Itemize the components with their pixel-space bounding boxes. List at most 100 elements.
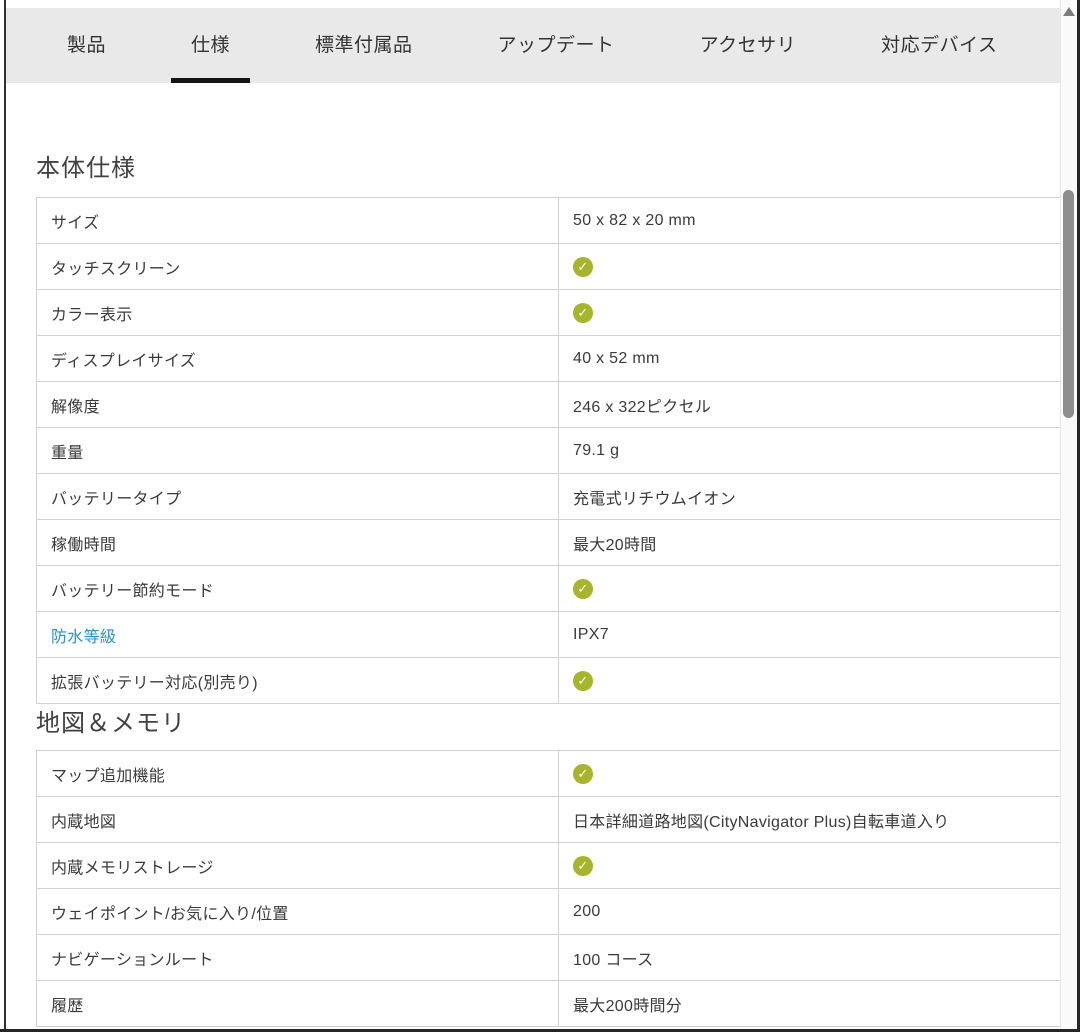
spec-value-cell: ✓ bbox=[559, 290, 1077, 336]
spec-label: カラー表示 bbox=[51, 307, 133, 324]
spec-label-cell: カラー表示 bbox=[37, 290, 559, 336]
spec-label-cell: 重量 bbox=[37, 428, 559, 474]
spec-label: ウェイポイント/お気に入り/位置 bbox=[51, 906, 289, 923]
spec-value: 40 x 52 mm bbox=[573, 350, 660, 367]
table-row: マップ追加機能 ✓ bbox=[37, 751, 1077, 797]
spec-label: バッテリータイプ bbox=[51, 491, 181, 508]
spec-label-cell: タッチスクリーン bbox=[37, 244, 559, 290]
spec-label: ナビゲーションルート bbox=[51, 952, 214, 969]
spec-label-link[interactable]: 防水等級 bbox=[51, 629, 116, 646]
scroll-up-arrow-icon[interactable] bbox=[1063, 7, 1075, 16]
check-icon: ✓ bbox=[573, 671, 593, 691]
spec-label: ディスプレイサイズ bbox=[51, 353, 196, 370]
spec-label: タッチスクリーン bbox=[51, 261, 181, 278]
spec-value-cell: 79.1 g bbox=[559, 428, 1077, 474]
table-row: カラー表示 ✓ bbox=[37, 290, 1077, 336]
window-border-left bbox=[4, 0, 6, 1032]
spec-label-cell: ウェイポイント/お気に入り/位置 bbox=[37, 889, 559, 935]
check-icon: ✓ bbox=[573, 579, 593, 599]
spec-value: 79.1 g bbox=[573, 442, 619, 459]
spec-label: マップ追加機能 bbox=[51, 768, 165, 785]
spec-value-cell: 充電式リチウムイオン bbox=[559, 474, 1077, 520]
spec-value-cell: ✓ bbox=[559, 843, 1077, 889]
spec-label: 拡張バッテリー対応(別売り) bbox=[51, 675, 258, 692]
table-row: 内蔵メモリストレージ ✓ bbox=[37, 843, 1077, 889]
spec-value: 充電式リチウムイオン bbox=[573, 491, 736, 508]
spec-label-cell: 防水等級 bbox=[37, 612, 559, 658]
check-icon: ✓ bbox=[573, 257, 593, 277]
spec-label: 履歴 bbox=[51, 998, 84, 1015]
spec-label-cell: ナビゲーションルート bbox=[37, 935, 559, 981]
table-row: 内蔵地図 日本詳細道路地図(CityNavigator Plus)自転車道入り bbox=[37, 797, 1077, 843]
spec-table: サイズ 50 x 82 x 20 mm タッチスクリーン ✓ カラー表示 ✓ ディスプレイサ… bbox=[36, 197, 1077, 704]
table-row: タッチスクリーン ✓ bbox=[37, 244, 1077, 290]
spec-value: 最大20時間 bbox=[573, 537, 657, 554]
spec-label-cell: 履歴 bbox=[37, 981, 559, 1027]
spec-value-cell: 50 x 82 x 20 mm bbox=[559, 198, 1077, 244]
spec-value: 最大200時間分 bbox=[573, 998, 682, 1015]
table-row: ディスプレイサイズ 40 x 52 mm bbox=[37, 336, 1077, 382]
spec-label-cell: マップ追加機能 bbox=[37, 751, 559, 797]
spec-value-cell: 100 コース bbox=[559, 935, 1077, 981]
table-row: ウェイポイント/お気に入り/位置 200 bbox=[37, 889, 1077, 935]
table-row: バッテリータイプ 充電式リチウムイオン bbox=[37, 474, 1077, 520]
table-row: 防水等級 IPX7 bbox=[37, 612, 1077, 658]
spec-value-cell: ✓ bbox=[559, 566, 1077, 612]
check-icon: ✓ bbox=[573, 856, 593, 876]
table-row: 解像度 246 x 322ピクセル bbox=[37, 382, 1077, 428]
spec-value-cell: 40 x 52 mm bbox=[559, 336, 1077, 382]
spec-label-cell: バッテリー節約モード bbox=[37, 566, 559, 612]
spec-label-cell: 稼働時間 bbox=[37, 520, 559, 566]
spec-label: 内蔵メモリストレージ bbox=[51, 860, 214, 877]
spec-value: 50 x 82 x 20 mm bbox=[573, 212, 696, 229]
spec-value: 200 bbox=[573, 903, 601, 920]
spec-value-cell: 200 bbox=[559, 889, 1077, 935]
tab-specs[interactable]: 仕様 bbox=[171, 8, 250, 83]
spec-label-cell: 内蔵メモリストレージ bbox=[37, 843, 559, 889]
table-row: ナビゲーションルート 100 コース bbox=[37, 935, 1077, 981]
spec-table: マップ追加機能 ✓ 内蔵地図 日本詳細道路地図(CityNavigator Plus)… bbox=[36, 750, 1077, 1027]
spec-value-cell: 最大20時間 bbox=[559, 520, 1077, 566]
table-row: 稼働時間 最大20時間 bbox=[37, 520, 1077, 566]
tab-3[interactable]: アップデート bbox=[478, 8, 635, 83]
spec-label-cell: 拡張バッテリー対応(別売り) bbox=[37, 658, 559, 704]
vertical-scrollbar[interactable] bbox=[1060, 0, 1077, 1029]
spec-value-cell: ✓ bbox=[559, 658, 1077, 704]
spec-value: IPX7 bbox=[573, 626, 609, 643]
spec-label: 内蔵地図 bbox=[51, 814, 116, 831]
spec-label: 稼働時間 bbox=[51, 537, 116, 554]
spec-label: バッテリー節約モード bbox=[51, 583, 214, 600]
scrollbar-thumb[interactable] bbox=[1063, 190, 1074, 418]
spec-label-cell: 解像度 bbox=[37, 382, 559, 428]
tab-4[interactable]: アクセサリ bbox=[680, 8, 817, 83]
spec-value-cell: 246 x 322ピクセル bbox=[559, 382, 1077, 428]
spec-label: サイズ bbox=[51, 215, 99, 232]
specifications-content: 本体仕様サイズ 50 x 82 x 20 mm タッチスクリーン ✓ カラー表示 ✓ ディス… bbox=[6, 83, 1060, 1027]
spec-value-cell: 最大200時間分 bbox=[559, 981, 1077, 1027]
tab-5[interactable]: 対応デバイス bbox=[861, 8, 1017, 83]
check-icon: ✓ bbox=[573, 764, 593, 784]
spec-value: 246 x 322ピクセル bbox=[573, 399, 711, 416]
tab-0[interactable]: 製品 bbox=[47, 8, 126, 83]
spec-value: 日本詳細道路地図(CityNavigator Plus)自転車道入り bbox=[573, 814, 949, 831]
spec-value-cell: ✓ bbox=[559, 751, 1077, 797]
spec-label-cell: サイズ bbox=[37, 198, 559, 244]
spec-label-cell: ディスプレイサイズ bbox=[37, 336, 559, 382]
product-tab-bar: 製品仕様標準付属品アップデートアクセサリ対応デバイス bbox=[6, 8, 1062, 83]
table-row: 拡張バッテリー対応(別売り) ✓ bbox=[37, 658, 1077, 704]
spec-label-cell: 内蔵地図 bbox=[37, 797, 559, 843]
spec-label-cell: バッテリータイプ bbox=[37, 474, 559, 520]
spec-value-cell: IPX7 bbox=[559, 612, 1077, 658]
table-row: 履歴 最大200時間分 bbox=[37, 981, 1077, 1027]
table-row: バッテリー節約モード ✓ bbox=[37, 566, 1077, 612]
spec-value: 100 コース bbox=[573, 952, 653, 969]
spec-value-cell: ✓ bbox=[559, 244, 1077, 290]
section-heading: 本体仕様 bbox=[36, 155, 1060, 182]
section-heading: 地図＆メモリ bbox=[36, 710, 1060, 737]
tab-2[interactable]: 標準付属品 bbox=[295, 8, 433, 83]
spec-value-cell: 日本詳細道路地図(CityNavigator Plus)自転車道入り bbox=[559, 797, 1077, 843]
spec-label: 解像度 bbox=[51, 399, 100, 416]
table-row: 重量 79.1 g bbox=[37, 428, 1077, 474]
spec-label: 重量 bbox=[51, 445, 84, 462]
check-icon: ✓ bbox=[573, 303, 593, 323]
